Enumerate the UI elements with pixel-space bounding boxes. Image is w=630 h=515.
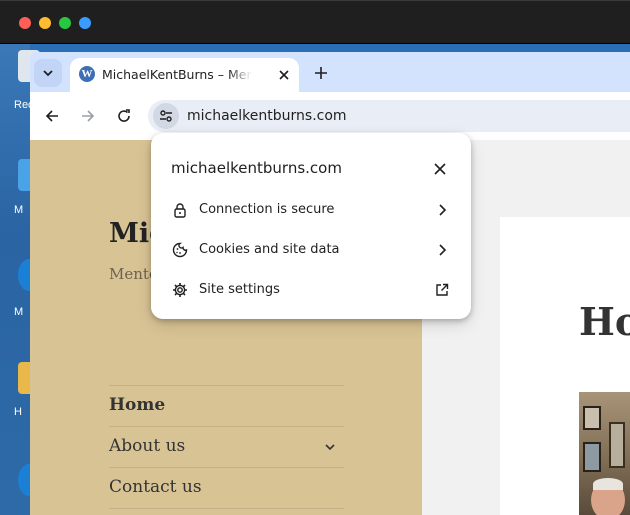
close-window-button[interactable] — [19, 17, 31, 29]
extra-window-button[interactable] — [79, 17, 91, 29]
menu-item-label: Home — [109, 395, 166, 415]
cookie-icon — [171, 241, 189, 259]
site-info-popup: michaelkentburns.com Connection is secur… — [151, 133, 471, 319]
connection-secure-row[interactable]: Connection is secure — [151, 190, 471, 230]
tab-search-button[interactable] — [34, 59, 62, 87]
menu-item-label: Contact us — [109, 477, 202, 497]
arrow-right-icon — [82, 110, 95, 122]
arrow-left-icon — [45, 110, 58, 122]
mac-title-bar — [0, 0, 630, 44]
tab-title: MichaelKentBurns – Mentoring — [102, 67, 252, 82]
main-heading: Ho — [579, 299, 630, 344]
desktop-background: Rec M M H — [0, 44, 40, 515]
menu-item-label: About us — [109, 436, 186, 456]
plus-icon — [315, 67, 327, 79]
popup-close-button[interactable] — [430, 159, 450, 179]
lock-icon — [171, 201, 189, 219]
reload-icon — [118, 109, 130, 122]
site-menu: Home About us Contact us — [109, 385, 344, 509]
desktop-label: M — [14, 204, 24, 216]
site-info-button[interactable] — [153, 103, 179, 129]
external-link-icon — [433, 281, 451, 299]
desktop-label: M — [14, 306, 24, 318]
close-icon — [434, 163, 446, 175]
forward-button[interactable] — [77, 105, 99, 127]
row-label: Site settings — [199, 282, 280, 297]
row-label: Connection is secure — [199, 202, 335, 217]
close-tab-button[interactable] — [275, 66, 293, 84]
chevron-right-icon — [433, 201, 451, 219]
wordpress-icon: W — [79, 66, 95, 82]
close-icon — [279, 70, 289, 80]
address-bar[interactable]: michaelkentburns.com — [148, 100, 630, 132]
tune-icon — [160, 110, 172, 122]
tab-strip: W MichaelKentBurns – Mentoring — [30, 52, 630, 92]
cookies-site-data-row[interactable]: Cookies and site data — [151, 230, 471, 270]
new-tab-button[interactable] — [310, 62, 332, 84]
desktop-label: H — [14, 406, 22, 418]
chevron-right-icon — [433, 241, 451, 259]
popup-domain: michaelkentburns.com — [171, 159, 342, 177]
chevron-down-icon — [43, 70, 53, 77]
menu-item-home[interactable]: Home — [109, 386, 344, 427]
site-settings-row[interactable]: Site settings — [151, 270, 471, 310]
main-content: Ho — [500, 217, 630, 515]
profile-photo — [579, 392, 630, 515]
reload-button[interactable] — [113, 105, 135, 127]
url-text: michaelkentburns.com — [187, 108, 347, 124]
chevron-down-icon[interactable] — [324, 441, 336, 453]
menu-item-about-us[interactable]: About us — [109, 427, 344, 468]
row-label: Cookies and site data — [199, 242, 340, 257]
menu-item-contact-us[interactable]: Contact us — [109, 468, 344, 509]
minimize-window-button[interactable] — [39, 17, 51, 29]
maximize-window-button[interactable] — [59, 17, 71, 29]
gear-icon — [171, 281, 189, 299]
tab-active[interactable]: W MichaelKentBurns – Mentoring — [70, 58, 299, 92]
back-button[interactable] — [41, 105, 63, 127]
